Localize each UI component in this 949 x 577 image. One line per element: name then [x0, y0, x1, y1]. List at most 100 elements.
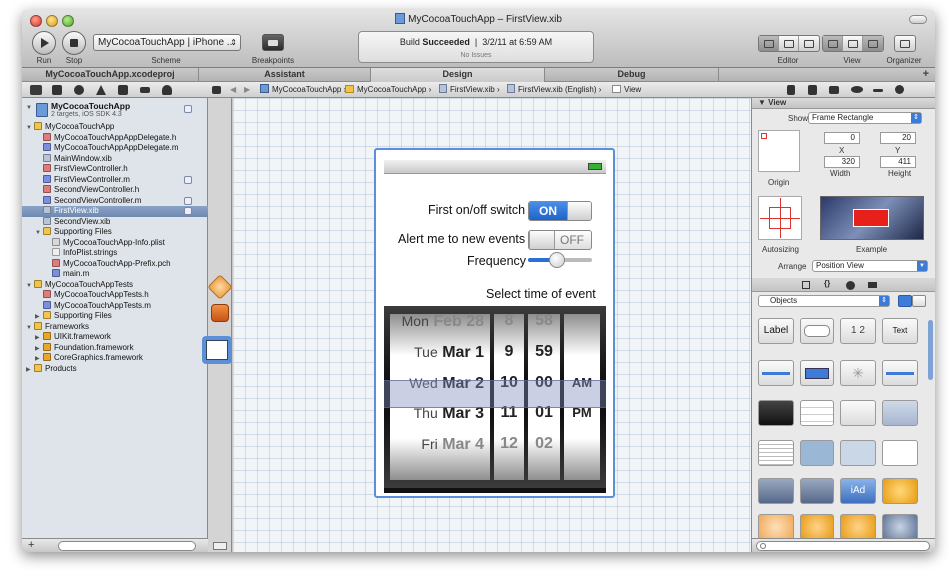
- tab-project[interactable]: MyCocoaTouchApp.xcodeproj: [22, 68, 199, 82]
- dock-toggle-button[interactable]: [213, 542, 227, 550]
- folder-icon[interactable]: [30, 85, 42, 95]
- tab-assistant[interactable]: Assistant: [199, 68, 371, 82]
- height-field[interactable]: 411: [880, 156, 916, 168]
- code-snippet-library-icon[interactable]: {}: [824, 279, 830, 289]
- organizer-button[interactable]: [895, 36, 915, 51]
- library-text-view[interactable]: [758, 440, 794, 466]
- library-popup[interactable]: Objects ⇕: [758, 295, 890, 307]
- utilities-toggle-button[interactable]: [863, 36, 883, 51]
- tab-debug[interactable]: Debug: [545, 68, 719, 82]
- tree-item[interactable]: SecondView.xib: [22, 216, 208, 228]
- date-picker[interactable]: Mon Feb 28 Tue Mar 1 Wed Mar 2 Thu Mar 3 Fri…: [384, 306, 606, 488]
- tree-item[interactable]: FirstViewController.h: [22, 164, 208, 175]
- tree-item[interactable]: MyCocoaTouchAppAppDelegate.m: [22, 143, 208, 154]
- view-section-header[interactable]: ▼ View: [752, 98, 935, 109]
- y-field[interactable]: 20: [880, 132, 916, 144]
- scheme-popup[interactable]: MyCocoaTouchApp | iPhone ... ⇕: [93, 34, 241, 51]
- navigator-filter-input[interactable]: [58, 541, 196, 551]
- forward-arrow-icon[interactable]: ▶: [244, 83, 250, 97]
- tab-design[interactable]: Design: [371, 68, 545, 82]
- first-responder-icon[interactable]: [211, 304, 229, 322]
- disclosure-triangle-icon[interactable]: ▼: [26, 105, 34, 111]
- library-image-view[interactable]: [882, 400, 918, 426]
- icon-view-toggle[interactable]: [898, 295, 912, 307]
- breakpoint-nav-icon[interactable]: [140, 87, 150, 93]
- library-label-object[interactable]: Label: [758, 318, 794, 344]
- tree-item[interactable]: ▶ CoreGraphics.framework: [22, 353, 208, 364]
- breakpoints-button[interactable]: [262, 34, 284, 51]
- tree-item[interactable]: MainWindow.xib: [22, 153, 208, 165]
- tree-item[interactable]: MyCocoaTouchApp-Info.plist: [22, 237, 208, 249]
- tree-item[interactable]: MyCocoaTouchApp-Prefix.pch: [22, 258, 208, 270]
- library-placeholder[interactable]: [882, 514, 918, 540]
- breadcrumb-localized-file[interactable]: FirstView.xib (English) ›: [507, 83, 601, 97]
- tree-item[interactable]: MyCocoaTouchAppAppDelegate.h: [22, 132, 208, 144]
- frequency-slider[interactable]: [528, 252, 592, 268]
- tree-item[interactable]: SecondViewController.h: [22, 185, 208, 196]
- library-page-control[interactable]: [758, 400, 794, 426]
- tree-item[interactable]: ▼ Supporting Files: [22, 227, 208, 238]
- version-editor-button[interactable]: [799, 36, 819, 51]
- connections-inspector-icon[interactable]: [895, 85, 904, 94]
- related-items-icon[interactable]: [212, 86, 221, 94]
- tree-item[interactable]: FirstView.xib: [22, 206, 208, 217]
- library-external-object[interactable]: [758, 514, 794, 540]
- add-tab-button[interactable]: +: [923, 68, 929, 81]
- width-field[interactable]: 320: [824, 156, 860, 168]
- tree-item[interactable]: InfoPlist.strings: [22, 248, 208, 259]
- file-template-library-icon[interactable]: [802, 281, 810, 289]
- run-button[interactable]: [32, 31, 56, 55]
- tree-item[interactable]: ▶ Products: [22, 363, 208, 376]
- library-toolbar[interactable]: [800, 478, 834, 504]
- library-progress-view[interactable]: [882, 360, 918, 386]
- library-iad-banner[interactable]: iAd: [840, 478, 876, 504]
- tree-item[interactable]: ▼ MyCocoaTouchApp: [22, 122, 208, 133]
- show-popup[interactable]: Frame Rectangle ⇕: [808, 112, 922, 124]
- add-file-button[interactable]: +: [28, 539, 34, 551]
- tree-item[interactable]: MyCocoaTouchAppTests.m: [22, 300, 208, 312]
- library-object[interactable]: [882, 478, 918, 504]
- library-map-view[interactable]: [800, 440, 834, 466]
- tree-item[interactable]: ▼ MyCocoaTouchAppTests: [22, 279, 208, 291]
- tree-item[interactable]: ▶ UIKit.framework: [22, 332, 208, 343]
- disclosure-triangle-icon[interactable]: ▶: [26, 365, 34, 376]
- design-canvas[interactable]: First on/off switch ON Alert me to new e…: [233, 98, 751, 552]
- files-owner-icon[interactable]: [207, 274, 233, 300]
- object-library-icon[interactable]: [846, 281, 855, 290]
- toolbar-toggle-button[interactable]: [909, 15, 927, 24]
- stop-button[interactable]: [62, 31, 86, 55]
- arrange-popup[interactable]: Position View ▼: [812, 260, 928, 272]
- first-on-off-switch[interactable]: ON: [528, 201, 592, 221]
- navigator-toggle-button[interactable]: [823, 36, 843, 51]
- library-slider[interactable]: [758, 360, 794, 386]
- tree-item[interactable]: MyCocoaTouchAppTests.h: [22, 290, 208, 301]
- project-root[interactable]: ▼ MyCocoaTouchApp 2 targets, iOS SDK 4.3: [22, 100, 208, 122]
- quick-help-icon[interactable]: [808, 85, 817, 95]
- warning-icon[interactable]: [96, 85, 106, 95]
- library-table-view[interactable]: [800, 400, 834, 426]
- tree-item[interactable]: ▶ Foundation.framework: [22, 342, 208, 354]
- tree-item[interactable]: ▼ Frameworks: [22, 321, 208, 333]
- library-web-view[interactable]: [840, 440, 876, 466]
- slider-thumb[interactable]: [548, 252, 565, 268]
- tree-item[interactable]: ▶ Supporting Files: [22, 311, 208, 322]
- library-table-cell[interactable]: [840, 400, 876, 426]
- tree-item[interactable]: SecondViewController.m: [22, 195, 208, 207]
- library-scrollbar[interactable]: [928, 320, 933, 380]
- log-icon[interactable]: [162, 85, 172, 95]
- library-controller[interactable]: [840, 514, 876, 540]
- list-icon[interactable]: [118, 85, 128, 95]
- view-object-dock-icon[interactable]: [202, 336, 232, 364]
- tree-item[interactable]: main.m: [22, 269, 208, 280]
- media-library-icon[interactable]: [868, 282, 877, 288]
- library-navigation-bar[interactable]: [758, 478, 794, 504]
- library-activity-indicator[interactable]: ✳: [840, 360, 876, 386]
- hierarchy-icon[interactable]: [52, 85, 62, 95]
- assistant-editor-button[interactable]: [779, 36, 799, 51]
- library-view[interactable]: [882, 440, 918, 466]
- library-text-field[interactable]: Text: [882, 318, 918, 344]
- library-segmented-control[interactable]: 1 2: [840, 318, 876, 344]
- library-filter-input[interactable]: [756, 541, 930, 551]
- identity-inspector-icon[interactable]: [829, 86, 839, 94]
- search-icon[interactable]: [74, 85, 84, 95]
